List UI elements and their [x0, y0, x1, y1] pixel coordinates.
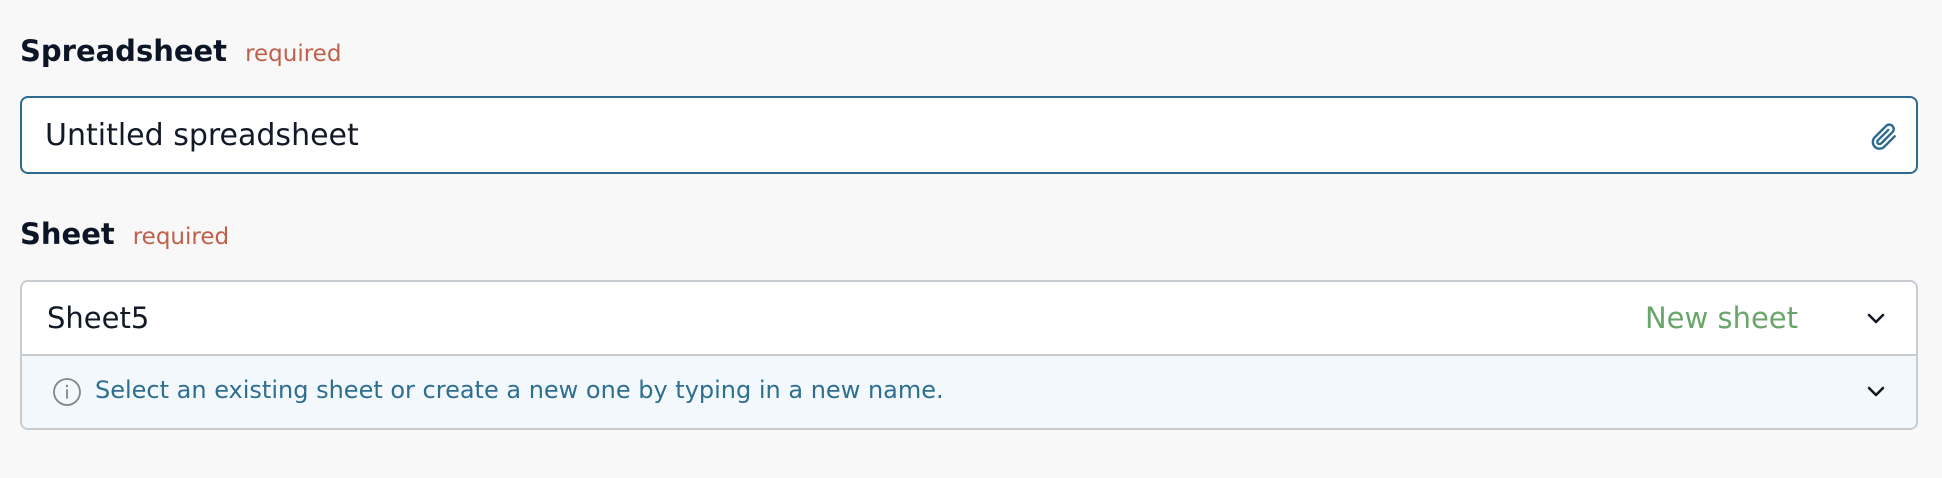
sheet-label: Sheet required	[20, 217, 229, 251]
sheet-help-text: Select an existing sheet or create a new…	[95, 376, 944, 404]
sheet-field: Sheet5 New sheet Select an existing shee…	[20, 280, 1918, 430]
spreadsheet-required-tag: required	[245, 41, 342, 67]
spreadsheet-input[interactable]: Untitled spreadsheet	[20, 96, 1918, 174]
paperclip-icon[interactable]	[1868, 121, 1900, 153]
sheet-required-tag: required	[132, 224, 230, 250]
spreadsheet-label-text: Spreadsheet	[20, 34, 228, 68]
info-icon	[53, 378, 81, 406]
new-sheet-badge: New sheet	[1644, 301, 1798, 335]
spreadsheet-input-value: Untitled spreadsheet	[45, 117, 359, 153]
expand-chevron-icon[interactable]	[1864, 384, 1888, 400]
sheet-select-value: Sheet5	[47, 301, 150, 335]
sheet-label-text: Sheet	[20, 217, 115, 251]
sheet-help-panel[interactable]: Select an existing sheet or create a new…	[22, 356, 1916, 428]
sheet-select[interactable]: Sheet5 New sheet	[22, 282, 1916, 356]
chevron-down-icon[interactable]	[1864, 311, 1888, 327]
spreadsheet-label: Spreadsheet required	[20, 34, 341, 68]
